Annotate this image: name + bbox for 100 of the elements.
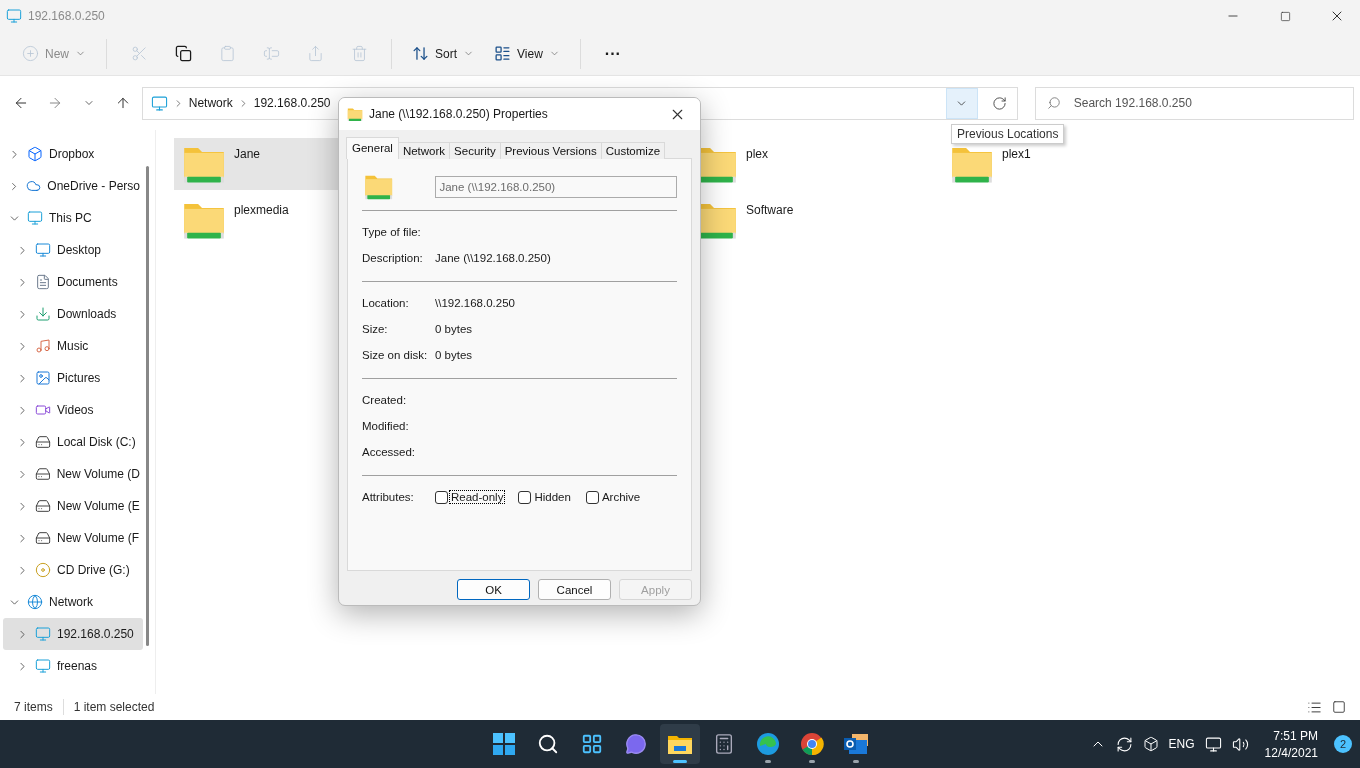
view-button[interactable]: View [486, 37, 568, 70]
browser-icon [800, 732, 824, 756]
folder-icon [668, 734, 692, 754]
refresh-icon [992, 95, 1008, 111]
tiles-view-icon[interactable] [1332, 700, 1346, 714]
box-icon[interactable] [1142, 736, 1159, 752]
property-label: Location: [362, 297, 410, 309]
browser-icon [756, 732, 780, 756]
property-label: Type of file: [362, 226, 422, 238]
dialog-title: Jane (\\192.168.0.250) Properties [369, 107, 549, 121]
picture-icon [35, 370, 51, 386]
checkbox-label[interactable]: Archive [600, 491, 642, 503]
sidebar-item[interactable]: OneDrive - Perso [0, 170, 140, 202]
drive-icon [35, 498, 51, 514]
sidebar-item[interactable]: Local Disk (C:) [0, 426, 140, 458]
sidebar-item[interactable]: New Volume (E [0, 490, 140, 522]
sidebar-item[interactable]: New Volume (F [0, 522, 140, 554]
monitor-icon [35, 626, 51, 642]
property-label: Modified: [362, 420, 410, 432]
cloud-icon [26, 178, 42, 194]
document-icon [35, 274, 51, 290]
tab[interactable]: Network [397, 142, 451, 159]
checkbox-label[interactable]: Read-only [450, 491, 505, 503]
name-field[interactable]: Jane (\\192.168.0.250) [435, 175, 677, 198]
item-count: 7 items [14, 700, 53, 714]
maximize-icon [1279, 10, 1291, 22]
sidebar-item[interactable]: Downloads [0, 298, 140, 330]
monitor-icon [35, 658, 51, 674]
network-icon[interactable] [1204, 735, 1222, 753]
search-field[interactable]: Search 192.168.0.250 [1034, 86, 1355, 120]
sidebar-item[interactable]: New Volume (D [0, 458, 140, 490]
network-folder-icon [347, 106, 363, 122]
network-folder-icon [364, 173, 394, 200]
monitor-icon [6, 8, 22, 24]
tooltip: Previous Locations [951, 124, 1065, 144]
tab[interactable]: Security [449, 142, 501, 159]
widgets-icon [581, 733, 603, 755]
search-icon [537, 733, 559, 755]
scrollbar[interactable] [146, 166, 149, 646]
sidebar-item[interactable]: CD Drive (G:) [0, 554, 140, 586]
drive-icon [35, 434, 51, 450]
sidebar-item[interactable]: Videos [0, 394, 140, 426]
property-value: 0 bytes [435, 323, 473, 335]
dialog-button[interactable]: OK [457, 579, 530, 600]
network-icon [27, 594, 43, 610]
music-icon [35, 338, 51, 354]
sync-icon[interactable] [1115, 735, 1133, 753]
monitor-icon [150, 94, 168, 112]
language-indicator[interactable]: ENG [1168, 737, 1195, 751]
checkbox-label[interactable]: Hidden [533, 491, 572, 503]
sidebar-item[interactable]: freenas [0, 650, 140, 682]
property-label: Description: [362, 252, 424, 264]
breadcrumb[interactable]: 192.168.0.250 [253, 96, 331, 110]
search-icon [1046, 95, 1061, 110]
property-label: Created: [362, 394, 408, 406]
selection-count: 1 item selected [73, 700, 155, 714]
sidebar-item[interactable]: Music [0, 330, 140, 362]
tab[interactable]: Customize [600, 142, 666, 159]
monitor-icon [27, 210, 43, 226]
window-title: 192.168.0.250 [28, 9, 106, 23]
volume-icon[interactable] [1231, 735, 1249, 753]
property-value: Jane (\\192.168.0.250) [435, 252, 551, 264]
disc-icon [35, 562, 51, 578]
calculator-icon [713, 733, 735, 755]
chat-icon [625, 733, 647, 755]
windows-logo-icon [493, 733, 515, 755]
sidebar-item[interactable]: Desktop [0, 234, 140, 266]
box-icon [27, 146, 43, 162]
clock[interactable]: 7:51 PM 12/4/2021 [1264, 728, 1318, 760]
more-button[interactable]: ··· [592, 37, 633, 70]
drive-icon [35, 530, 51, 546]
property-label: Accessed: [362, 446, 417, 458]
breadcrumb[interactable]: Network [188, 96, 233, 110]
sidebar-item[interactable]: Pictures [0, 362, 140, 394]
download-icon [35, 306, 51, 322]
dialog-button[interactable]: Cancel [538, 579, 611, 600]
sidebar-item[interactable]: Documents [0, 266, 140, 298]
mail-icon [843, 732, 869, 756]
checkbox[interactable] [585, 490, 599, 504]
tab[interactable]: General [346, 137, 399, 159]
taskbar-app[interactable] [660, 724, 700, 764]
sidebar-item[interactable]: This PC [0, 202, 140, 234]
video-icon [35, 402, 51, 418]
sidebar-item[interactable]: 192.168.0.250 [3, 618, 143, 650]
sidebar-item[interactable]: Network [0, 586, 140, 618]
tab[interactable]: Previous Versions [499, 142, 602, 159]
sidebar-item[interactable]: Dropbox [0, 138, 140, 170]
desktop-icon [35, 242, 51, 258]
property-value: \\192.168.0.250 [435, 297, 515, 309]
checkbox[interactable] [435, 490, 448, 504]
sort-button[interactable]: Sort [404, 37, 483, 70]
property-value: 0 bytes [435, 349, 473, 361]
property-label: Attributes: [362, 491, 415, 503]
notification-badge[interactable]: 2 [1334, 735, 1352, 753]
details-view-icon[interactable] [1307, 699, 1322, 715]
checkbox[interactable] [518, 490, 532, 504]
property-label: Size: [362, 323, 389, 335]
property-label: Size on disk: [362, 349, 429, 361]
drive-icon [34, 466, 51, 482]
dropdown-button[interactable] [945, 87, 978, 119]
